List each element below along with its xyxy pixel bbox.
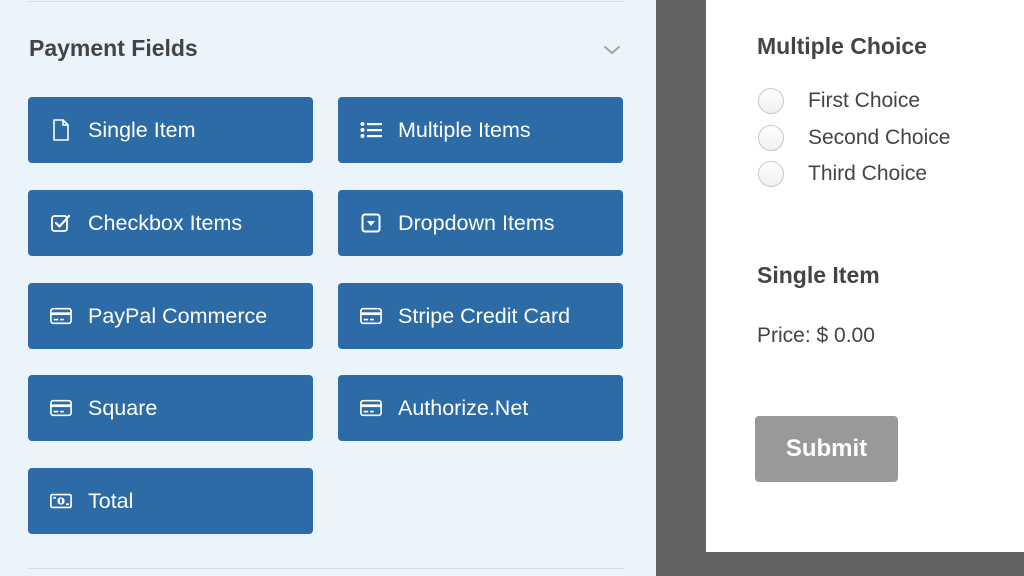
button-label: Dropdown Items — [398, 210, 555, 235]
single-item-button[interactable]: Single Item — [28, 97, 313, 163]
radio-button[interactable] — [758, 161, 784, 187]
divider — [28, 568, 624, 569]
button-label: Total — [88, 488, 134, 513]
submit-button[interactable]: Submit — [755, 416, 898, 482]
choice-option[interactable]: First Choice — [758, 88, 920, 114]
dropdown-icon — [360, 212, 382, 234]
square-button[interactable]: Square — [28, 375, 313, 441]
credit-card-icon — [50, 397, 72, 419]
button-label: Checkbox Items — [88, 210, 243, 235]
choice-option[interactable]: Third Choice — [758, 161, 927, 187]
multiple-choice-title: Multiple Choice — [757, 33, 927, 59]
button-label: PayPal Commerce — [88, 303, 268, 328]
money-bill-icon — [50, 490, 72, 512]
choice-label: First Choice — [808, 89, 921, 112]
form-preview: Multiple Choice First Choice Second Choi… — [706, 0, 1024, 552]
multiple-items-button[interactable]: Multiple Items — [338, 97, 623, 163]
checkbox-icon — [50, 212, 72, 234]
chevron-down-icon[interactable] — [600, 38, 624, 62]
price-text: Price: $ 0.00 — [757, 324, 875, 347]
choice-label: Second Choice — [808, 126, 951, 149]
radio-button[interactable] — [758, 88, 784, 114]
button-label: Stripe Credit Card — [398, 303, 571, 328]
checkbox-items-button[interactable]: Checkbox Items — [28, 190, 313, 256]
field-options-panel: Payment Fields Single Item Multiple Item… — [0, 0, 656, 576]
button-label: Single Item — [88, 117, 196, 142]
divider — [28, 1, 624, 2]
single-item-title: Single Item — [757, 262, 880, 288]
choice-option[interactable]: Second Choice — [758, 125, 950, 151]
button-label: Square — [88, 395, 158, 420]
list-icon — [360, 119, 382, 141]
paypal-commerce-button[interactable]: PayPal Commerce — [28, 283, 313, 349]
dropdown-items-button[interactable]: Dropdown Items — [338, 190, 623, 256]
button-label: Authorize.Net — [398, 395, 529, 420]
credit-card-icon — [360, 305, 382, 327]
stripe-credit-card-button[interactable]: Stripe Credit Card — [338, 283, 623, 349]
total-button[interactable]: Total — [28, 468, 313, 534]
button-label: Multiple Items — [398, 117, 531, 142]
choice-label: Third Choice — [808, 162, 928, 185]
credit-card-icon — [50, 305, 72, 327]
file-icon — [50, 119, 72, 141]
credit-card-icon — [360, 397, 382, 419]
section-title[interactable]: Payment Fields — [29, 35, 198, 62]
radio-button[interactable] — [758, 125, 784, 151]
authorize-net-button[interactable]: Authorize.Net — [338, 375, 623, 441]
